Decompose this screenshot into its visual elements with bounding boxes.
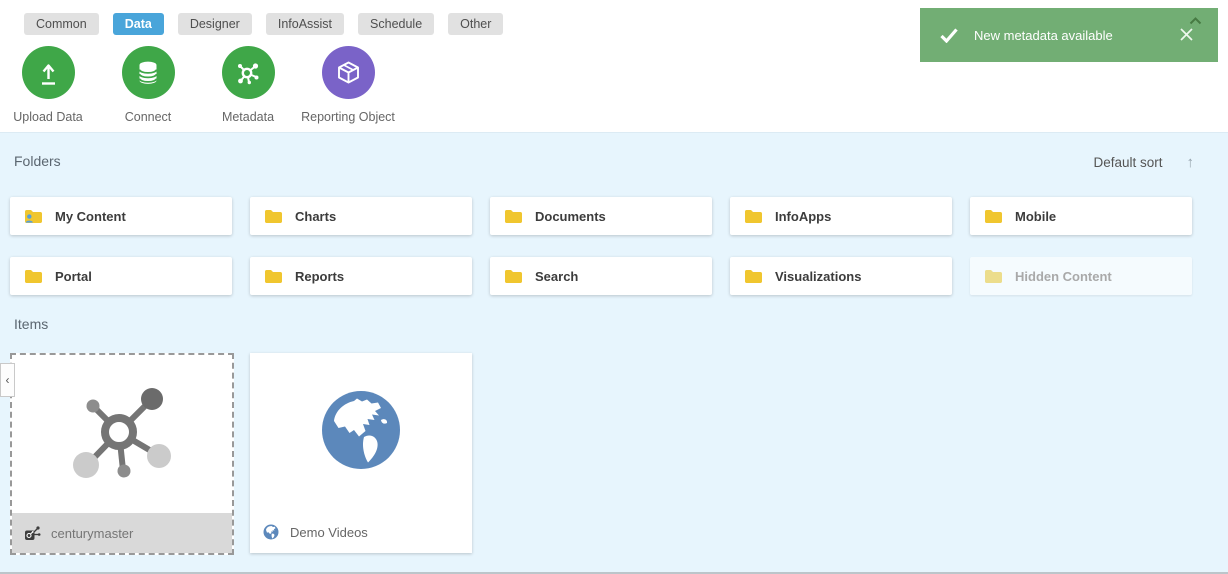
folder-label: Portal	[55, 268, 92, 284]
item-footer: centurymaster	[12, 513, 232, 553]
reporting-object-label: Reporting Object	[301, 110, 395, 124]
folder-icon	[745, 209, 762, 223]
toast-message: New metadata available	[974, 27, 1113, 43]
folder-label: My Content	[55, 208, 126, 224]
ribbon-tabs: Common Data Designer InfoAssist Schedule…	[24, 13, 504, 35]
tab-designer[interactable]: Designer	[177, 13, 252, 35]
folder-portal[interactable]: Portal	[10, 257, 232, 295]
folder-label: Search	[535, 268, 579, 284]
items-section-label: Items	[14, 316, 49, 332]
folder-icon	[265, 269, 282, 283]
database-icon	[121, 46, 175, 99]
connect-button[interactable]: Connect	[98, 46, 198, 124]
collapse-panel-button[interactable]: ‹	[0, 363, 15, 397]
folders-row-2: Portal Reports Search Visualizations Hid…	[10, 257, 1192, 295]
tab-schedule[interactable]: Schedule	[358, 13, 435, 35]
folder-icon	[985, 269, 1002, 283]
cube-icon	[321, 46, 375, 99]
molecule-icon	[221, 46, 275, 99]
globe-small-icon	[263, 524, 279, 540]
folder-label: Hidden Content	[1015, 268, 1112, 284]
folder-user-icon	[25, 209, 42, 223]
folder-visualizations[interactable]: Visualizations	[730, 257, 952, 295]
sort-ascending-icon[interactable]: ↑	[1187, 154, 1195, 171]
folder-reports[interactable]: Reports	[250, 257, 472, 295]
tab-common[interactable]: Common	[24, 13, 99, 35]
close-icon[interactable]	[1179, 27, 1194, 42]
metadata-label: Metadata	[221, 110, 275, 124]
folder-mobile[interactable]: Mobile	[970, 197, 1192, 235]
folder-icon	[25, 269, 42, 283]
data-actions: Upload Data Connect Metadata Reporting O…	[0, 46, 398, 124]
item-card-centurymaster[interactable]: centurymaster	[10, 353, 234, 555]
folder-icon	[505, 269, 522, 283]
sort-label[interactable]: Default sort	[1093, 155, 1162, 170]
folder-my-content[interactable]: My Content	[10, 197, 232, 235]
master-file-icon	[25, 526, 41, 540]
master-file-molecule-icon	[73, 388, 171, 478]
webfocus-home-page: Common Data Designer InfoAssist Schedule…	[0, 0, 1228, 574]
item-footer: Demo Videos	[250, 511, 472, 553]
reporting-object-button[interactable]: Reporting Object	[298, 46, 398, 124]
folder-charts[interactable]: Charts	[250, 197, 472, 235]
tab-data[interactable]: Data	[112, 13, 164, 35]
folder-label: InfoApps	[775, 208, 832, 224]
tab-infoassist[interactable]: InfoAssist	[265, 13, 345, 35]
sort-control[interactable]: Default sort ↑	[1093, 154, 1194, 171]
folder-icon	[265, 209, 282, 223]
upload-data-button[interactable]: Upload Data	[0, 46, 98, 124]
folder-label: Visualizations	[775, 268, 862, 284]
folder-infoapps[interactable]: InfoApps	[730, 197, 952, 235]
folders-row-1: My Content Charts Documents InfoApps Mob…	[10, 197, 1192, 235]
upload-icon	[21, 46, 75, 99]
folder-icon	[745, 269, 762, 283]
folder-label: Reports	[295, 268, 345, 284]
tab-other[interactable]: Other	[448, 13, 504, 35]
item-card-demo-videos[interactable]: Demo Videos	[250, 353, 472, 553]
folder-search[interactable]: Search	[490, 257, 712, 295]
folder-label: Documents	[535, 208, 606, 224]
folder-icon	[985, 209, 1002, 223]
chevron-up-icon[interactable]	[1189, 17, 1202, 25]
folder-label: Charts	[295, 208, 337, 224]
repository-panel: Folders Default sort ↑ My Content Charts	[0, 132, 1228, 574]
upload-data-label: Upload Data	[13, 110, 83, 124]
connect-label: Connect	[124, 110, 172, 124]
globe-icon	[322, 391, 400, 469]
web-item-preview	[250, 353, 472, 507]
folder-label: Mobile	[1015, 208, 1057, 224]
metadata-button[interactable]: Metadata	[198, 46, 298, 124]
master-file-preview	[12, 355, 232, 513]
folders-section-label: Folders	[14, 153, 61, 169]
checkmark-icon	[940, 27, 958, 43]
item-label: Demo Videos	[290, 524, 368, 540]
folder-hidden-content[interactable]: Hidden Content	[970, 257, 1192, 295]
toast-notification: New metadata available	[920, 8, 1218, 62]
folder-icon	[505, 209, 522, 223]
folder-documents[interactable]: Documents	[490, 197, 712, 235]
item-label: centurymaster	[51, 525, 134, 541]
